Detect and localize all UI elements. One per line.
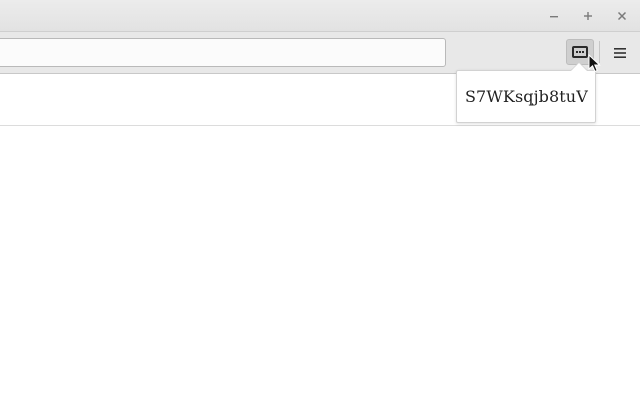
minimize-button[interactable] xyxy=(546,8,562,24)
content-divider xyxy=(0,125,640,126)
browser-window: S7WKsqjb8tuV xyxy=(0,0,640,400)
password-popup: S7WKsqjb8tuV xyxy=(456,70,596,123)
maximize-icon xyxy=(583,11,593,21)
close-icon xyxy=(617,11,627,21)
mouse-cursor-icon xyxy=(588,53,602,74)
password-dots-icon xyxy=(572,43,588,62)
url-input[interactable] xyxy=(0,38,446,67)
menu-button[interactable] xyxy=(610,44,630,62)
title-bar xyxy=(0,0,640,32)
maximize-button[interactable] xyxy=(580,8,596,24)
toolbar xyxy=(0,32,640,74)
popup-arrow-fill xyxy=(571,63,587,71)
generated-password-text[interactable]: S7WKsqjb8tuV xyxy=(465,87,588,106)
minimize-icon xyxy=(549,11,559,21)
hamburger-menu-icon xyxy=(613,44,627,63)
close-button[interactable] xyxy=(614,8,630,24)
